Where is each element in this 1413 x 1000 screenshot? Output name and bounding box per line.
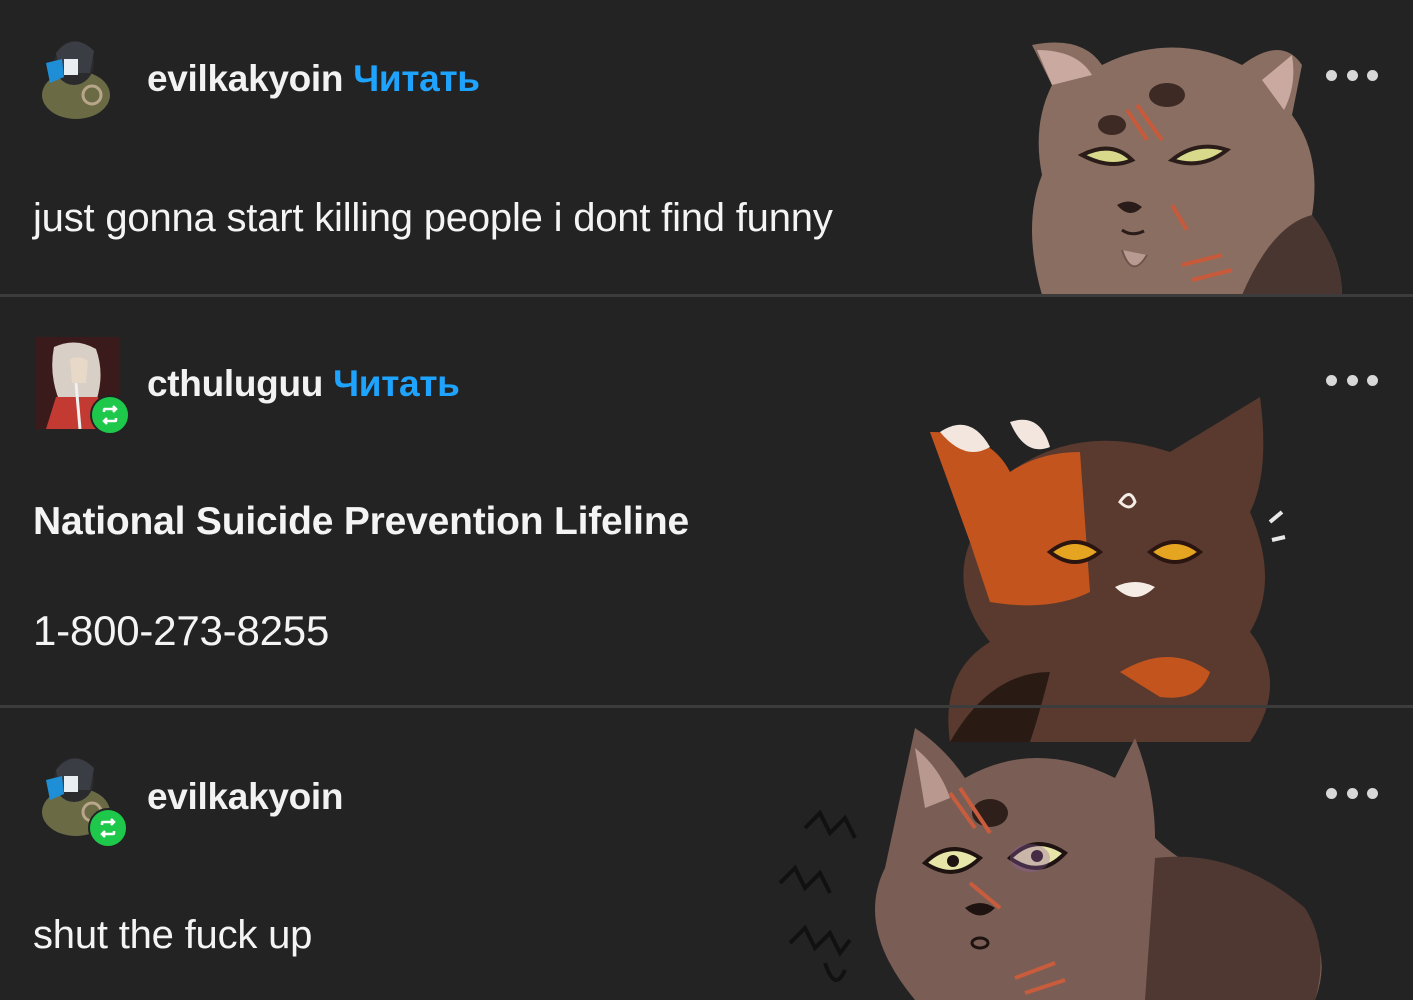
reblog-badge — [90, 395, 130, 435]
username[interactable]: cthuluguu — [147, 363, 323, 404]
post-1: evilkakyoin Читать just gonna start killi… — [0, 0, 1413, 295]
post-header: evilkakyoin Читать — [147, 58, 480, 100]
cat-sticker-grumpy — [1032, 42, 1342, 295]
post-header: evilkakyoin — [147, 776, 344, 818]
more-options-icon[interactable] — [1326, 373, 1378, 387]
post-header: cthuluguu Читать — [147, 363, 460, 405]
post-text: shut the fuck up — [33, 913, 313, 957]
follow-button[interactable]: Читать — [333, 363, 460, 404]
post-phone: 1-800-273-8255 — [33, 607, 330, 654]
username[interactable]: evilkakyoin — [147, 58, 344, 99]
avatar-cthuluguu[interactable] — [36, 337, 130, 435]
avatar-evilkakyoin[interactable] — [36, 750, 128, 848]
cat-sticker-worried — [930, 397, 1286, 742]
reblog-badge — [88, 808, 128, 848]
reblog-icon — [102, 405, 118, 425]
cat-sticker-shocked — [778, 728, 1322, 1000]
post-text: just gonna start killing people i dont f… — [33, 196, 833, 240]
tumblr-thread: evilkakyoin Читать just gonna start killi… — [0, 0, 1413, 1000]
follow-button[interactable]: Читать — [353, 58, 480, 99]
post-3: evilkakyoin shut the fuck up — [0, 708, 1413, 1000]
username[interactable]: evilkakyoin — [147, 776, 344, 817]
post-2: cthuluguu Читать National Suicide Prevent… — [0, 297, 1413, 742]
post-heading: National Suicide Prevention Lifeline — [33, 500, 689, 543]
avatar-evilkakyoin[interactable] — [36, 33, 116, 121]
reblog-icon — [100, 818, 116, 838]
